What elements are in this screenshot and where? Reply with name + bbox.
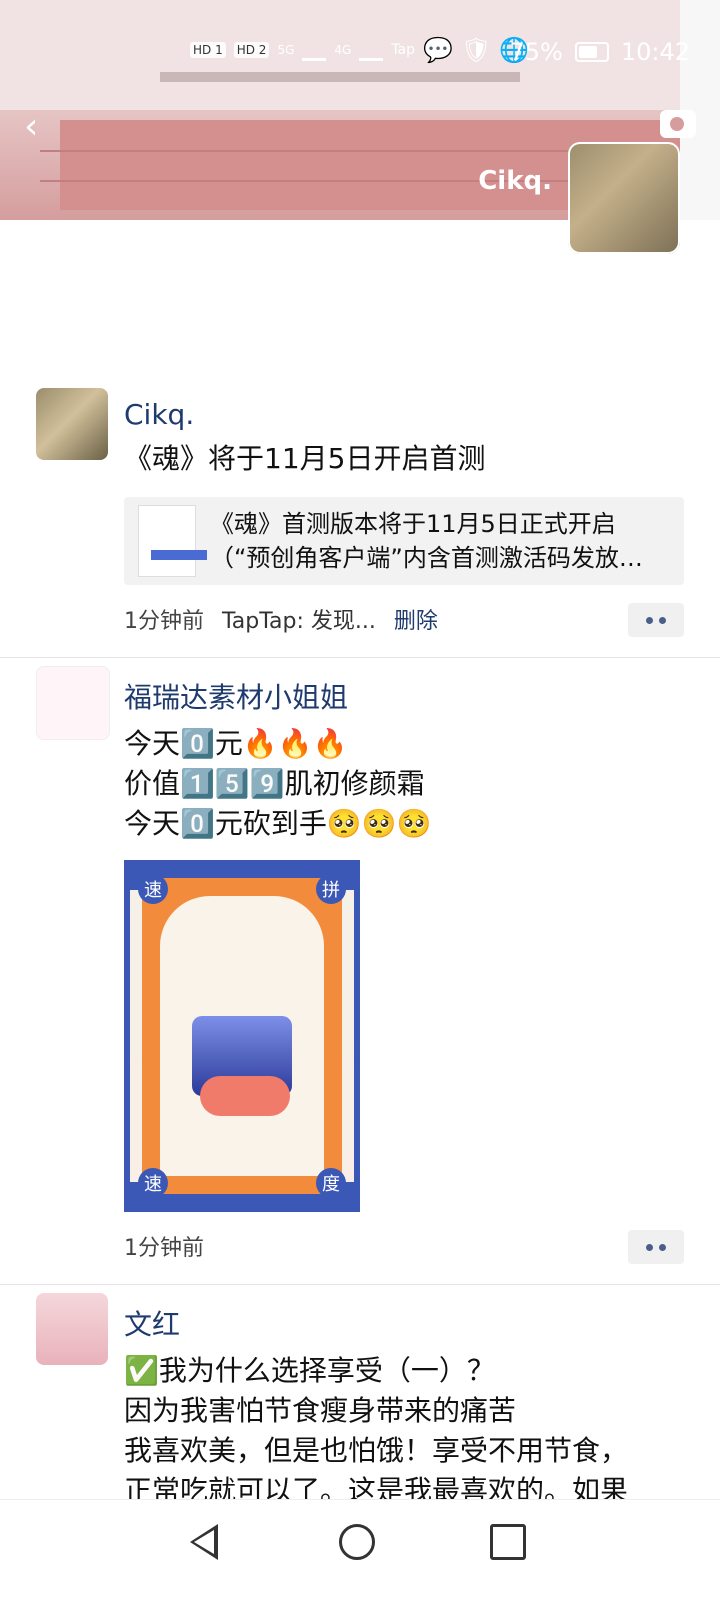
more-options-button[interactable] [628,1230,684,1264]
dot-icon [659,616,666,624]
sim1-badge: HD 1 [190,42,226,58]
back-icon[interactable]: ‹ [24,106,38,147]
avatar[interactable] [36,666,110,740]
poster-badge: 度 [316,1168,346,1198]
shield-icon: 🛡 [460,36,492,64]
back-nav-icon[interactable] [190,1524,218,1560]
avatar[interactable] [36,1293,108,1365]
more-options-button[interactable] [628,603,684,637]
signal-icon [359,40,384,61]
clock: 10:42 [620,38,690,66]
profile-avatar[interactable] [568,142,680,254]
post-item: 文红 ✅我为什么选择享受（一）？ 因为我害怕节食瘦身带来的痛苦 我喜欢美，但是也… [0,1284,720,1533]
profile-name: Cikq. [478,166,552,196]
post-meta: 1分钟前 [124,1230,684,1262]
post-item: 福瑞达素材小姐姐 今天0️⃣元🔥🔥🔥 价值1️⃣5️⃣9️⃣肌初修颜霜 今天0️… [0,657,720,1284]
signal-icon [302,40,327,61]
share-subtitle: （“预创角客户端”内含首测激活码发放… [210,544,643,572]
system-navigation-bar [0,1499,720,1600]
share-title: 《魂》首测版本将于11月5日正式开启 [210,510,616,538]
post-text: ✅我为什么选择享受（一）？ 因为我害怕节食瘦身带来的痛苦 我喜欢美，但是也怕饿！… [124,1354,629,1507]
tap-label: Tap [391,42,416,58]
post-text: 今天0️⃣元🔥🔥🔥 价值1️⃣5️⃣9️⃣肌初修颜霜 今天0️⃣元砍到手🥺🥺🥺 [124,727,432,840]
sim2-badge: HD 2 [233,42,270,58]
delete-button[interactable]: 删除 [394,603,438,635]
moments-feed: Cikq. 《魂》将于11月5日开启首测 《魂》首测版本将于11月5日正式开启 … [0,380,720,1533]
post-author[interactable]: 文红 [124,1303,684,1343]
share-thumbnail [138,505,207,577]
post-item: Cikq. 《魂》将于11月5日开启首测 《魂》首测版本将于11月5日正式开启 … [0,380,720,657]
dot-icon [646,1243,653,1251]
poster-badge: 速 [138,1168,168,1198]
camera-icon[interactable] [660,110,696,138]
post-text: 《魂》将于11月5日开启首测 [124,442,486,475]
dot-icon [659,1243,666,1251]
poster-badge: 拼 [316,874,346,904]
battery-icon [574,42,609,62]
avatar[interactable] [36,388,108,460]
network2-label: 4G [334,43,352,57]
shared-link-card[interactable]: 《魂》首测版本将于11月5日正式开启 （“预创角客户端”内含首测激活码发放… [124,497,684,585]
post-image[interactable]: 速 拼 速 度 [124,860,360,1212]
post-meta: 1分钟前 TapTap: 发现... 删除 [124,603,684,635]
home-icon[interactable] [339,1524,375,1560]
post-time: 1分钟前 [124,609,204,634]
battery-percent: 75% [509,38,563,66]
product-hand [200,1076,290,1116]
poster-badge: 速 [138,874,168,904]
post-author[interactable]: Cikq. [124,398,684,431]
post-time: 1分钟前 [124,1236,204,1261]
chat-icon: 💬 [423,36,453,64]
post-author[interactable]: 福瑞达素材小姐姐 [124,676,684,716]
status-bar: HD 1 HD 2 5G 4G Tap 💬 🛡 🌐 75% 10:42 [0,30,720,76]
recent-apps-icon[interactable] [490,1524,526,1560]
dot-icon [646,616,653,624]
network1-label: 5G [277,43,295,57]
source-link[interactable]: TapTap: 发现... [222,603,376,635]
